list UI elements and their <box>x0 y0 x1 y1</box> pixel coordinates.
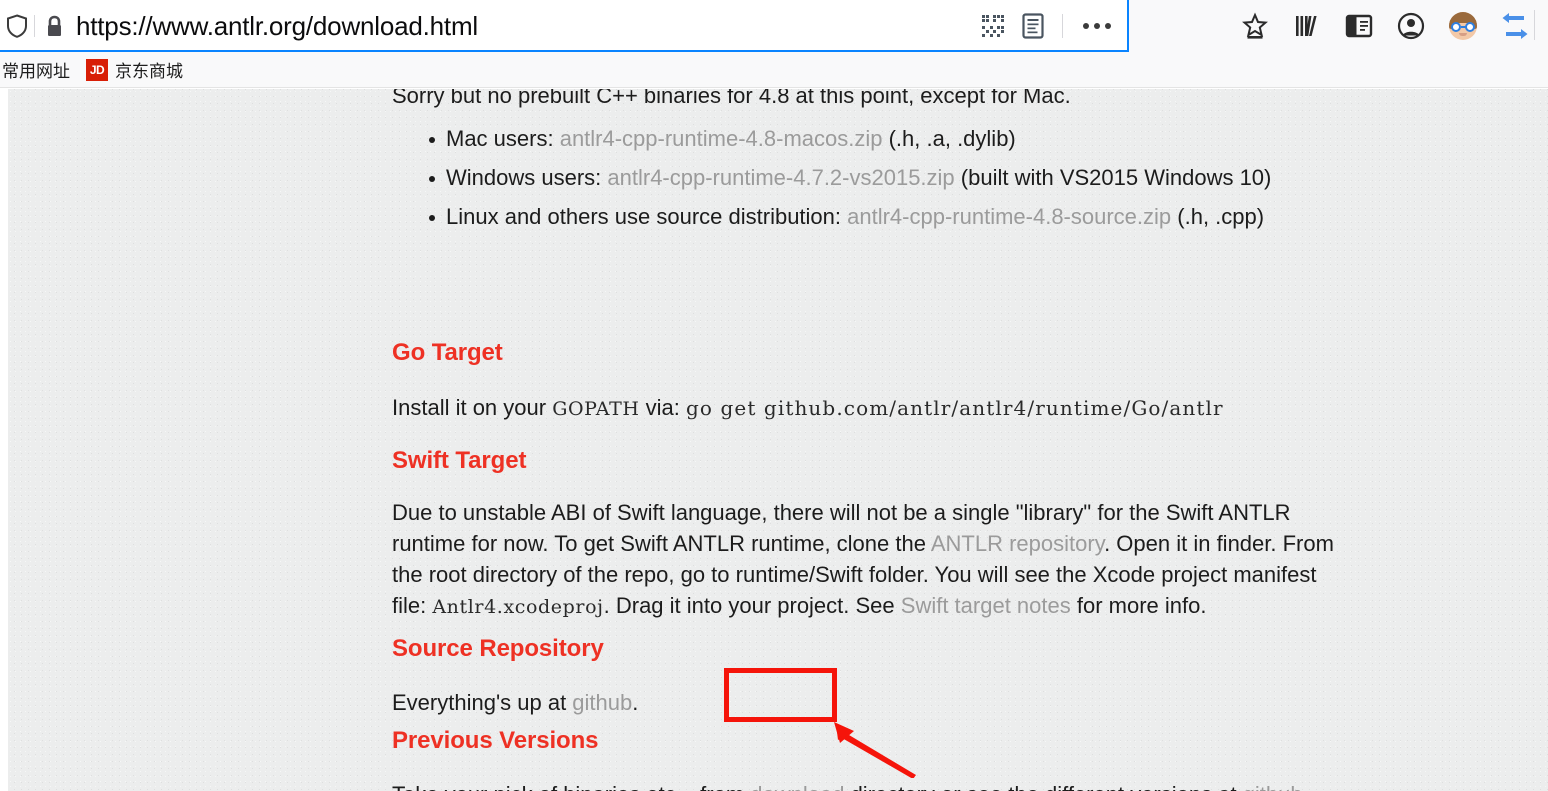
github-versions-link[interactable]: github <box>1243 782 1303 791</box>
qr-code-icon[interactable] <box>978 11 1008 41</box>
cpp-windows-link[interactable]: antlr4-cpp-runtime-4.7.2-vs2015.zip <box>607 165 954 190</box>
go-target-paragraph: Install it on your GOPATH via: go get gi… <box>392 392 1292 425</box>
gopath-code: GOPATH <box>552 398 640 420</box>
jd-favicon-icon: JD <box>86 58 108 81</box>
swift-target-notes-link[interactable]: Swift target notes <box>901 593 1071 618</box>
bookmark-star-icon[interactable] <box>1238 9 1272 43</box>
previous-versions-paragraph: Take your pick of binaries etc... from d… <box>392 779 1309 791</box>
source-text-after: . <box>632 690 639 715</box>
swift-part4: for more info. <box>1070 593 1207 618</box>
identity-box[interactable] <box>0 0 65 52</box>
source-text-before: Everything's up at <box>392 690 573 715</box>
list-item: Mac users: antlr4-cpp-runtime-4.8-macos.… <box>428 119 1271 158</box>
lock-icon[interactable] <box>43 13 65 39</box>
identity-divider <box>34 15 35 37</box>
avatar-icon[interactable] <box>1446 9 1480 43</box>
sidebar-icon[interactable] <box>1342 9 1376 43</box>
xcodeproj-code: Antlr4.xcodeproj <box>432 596 604 618</box>
swift-part3: . Drag it into your project. See <box>603 593 901 618</box>
prev-text-after: . <box>1303 782 1309 791</box>
go-get-command: go get github.com/antlr/antlr4/runtime/G… <box>685 396 1224 420</box>
antlr-repository-link[interactable]: ANTLR repository <box>931 531 1104 556</box>
section-heading-source-repository: Source Repository <box>392 635 604 662</box>
go-text-before: Install it on your <box>392 395 553 420</box>
cpp-source-link[interactable]: antlr4-cpp-runtime-4.8-source.zip <box>847 204 1171 229</box>
swift-target-paragraph: Due to unstable ABI of Swift language, t… <box>392 497 1347 623</box>
bullet-prefix: Windows users: <box>446 165 608 190</box>
page-actions-divider <box>1062 14 1063 38</box>
section-heading-go-target: Go Target <box>392 339 503 366</box>
account-icon[interactable] <box>1394 9 1428 43</box>
browser-toolbar: https://www.antlr.org/download.html <box>0 0 1548 52</box>
bullet-prefix: Linux and others use source distribution… <box>446 204 848 229</box>
bookmark-label: 京东商城 <box>115 62 183 81</box>
cpp-intro-line: Sorry but no prebuilt C++ binaries for 4… <box>392 89 1071 108</box>
bookmark-item-jd[interactable]: JD 京东商城 <box>78 54 191 85</box>
list-item: Linux and others use source distribution… <box>428 197 1271 236</box>
bookmark-label: 常用网址 <box>2 62 70 81</box>
toolbar-right-divider <box>1534 10 1535 40</box>
page-action-buttons <box>978 0 1117 52</box>
browser-window: https://www.antlr.org/download.html 常用网址… <box>0 0 1548 791</box>
bullet-suffix: (.h, .a, .dylib) <box>882 126 1016 151</box>
bookmarks-bar: 常用网址 JD 京东商城 <box>0 52 1548 88</box>
page-actions-menu-icon[interactable] <box>1077 11 1117 41</box>
cpp-mac-link[interactable]: antlr4-cpp-runtime-4.8-macos.zip <box>560 126 883 151</box>
shield-icon[interactable] <box>4 13 30 39</box>
section-heading-previous-versions: Previous Versions <box>392 727 599 754</box>
library-icon[interactable] <box>1290 9 1324 43</box>
url-text[interactable]: https://www.antlr.org/download.html <box>76 0 478 52</box>
toolbar-right-icons <box>1238 0 1532 52</box>
sync-icon[interactable] <box>1498 9 1532 43</box>
go-text-mid: via: <box>639 395 686 420</box>
download-directory-link[interactable]: download <box>750 782 844 791</box>
cpp-binaries-list: Mac users: antlr4-cpp-runtime-4.8-macos.… <box>420 119 1271 236</box>
annotation-arrow-icon <box>834 722 916 778</box>
prev-text-before: Take your pick of binaries etc... from <box>392 782 750 791</box>
bullet-prefix: Mac users: <box>446 126 560 151</box>
bullet-suffix: (built with VS2015 Windows 10) <box>954 165 1272 190</box>
list-item: Windows users: antlr4-cpp-runtime-4.7.2-… <box>428 158 1272 197</box>
source-repository-paragraph: Everything's up at github. <box>392 687 638 718</box>
bullet-suffix: (.h, .cpp) <box>1171 204 1265 229</box>
bookmark-item-common-sites[interactable]: 常用网址 <box>0 54 78 85</box>
reader-mode-icon[interactable] <box>1018 11 1048 41</box>
github-link[interactable]: github <box>572 690 632 715</box>
url-bar[interactable]: https://www.antlr.org/download.html <box>0 0 1129 52</box>
annotation-highlight-box <box>724 668 837 722</box>
section-heading-swift-target: Swift Target <box>392 447 527 474</box>
prev-text-mid: directory or see the different versions … <box>844 782 1242 791</box>
